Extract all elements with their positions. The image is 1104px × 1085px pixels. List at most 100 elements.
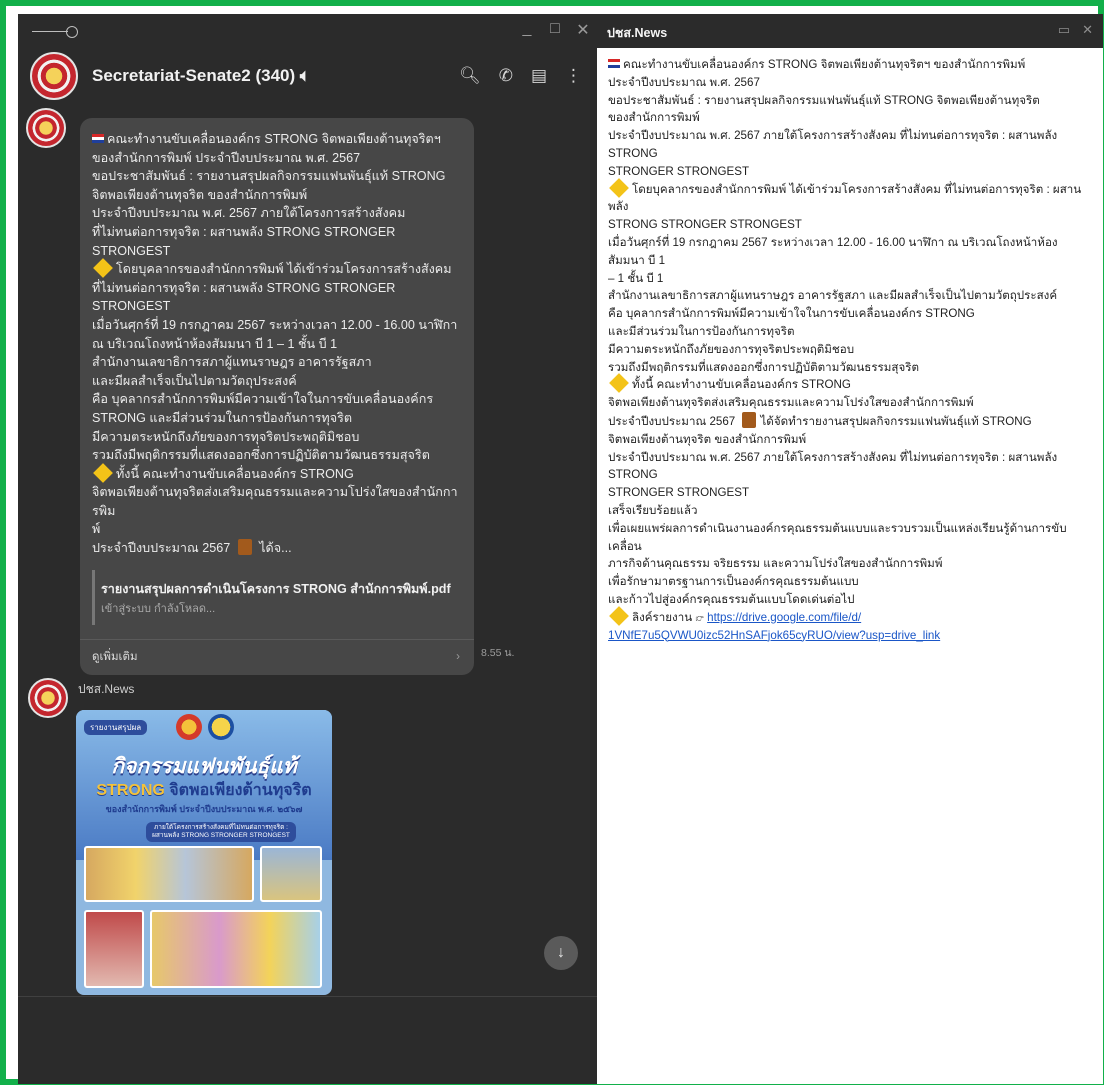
diamond-icon bbox=[609, 373, 629, 394]
text-line: ขอประชาสัมพันธ์ : รายงานสรุปผลกิจกรรมแฟน… bbox=[608, 93, 1040, 107]
message-line: ของสำนักการพิมพ์ ประจำปีงบประมาณ พ.ศ. 25… bbox=[92, 150, 361, 165]
text-line: และก้าวไปสู่องค์กรคุณธรรมต้นแบบโดดเด่นต่… bbox=[608, 592, 855, 606]
message-line: จิตพอเพียงต้านทุจริตส่งเสริมคุณธรรมและคว… bbox=[92, 485, 458, 518]
text-line: ประจำปีงบประมาณ 2567 ได้จัดทำรายงานสรุปผ… bbox=[608, 411, 1093, 431]
message-line: รวมถึงมีพฤติกรรมที่แสดงออกซึ่งการปฏิบัติ… bbox=[92, 448, 430, 463]
message-list[interactable]: คณะทำงานขับเคลื่อนองค์กร STRONG จิตพอเพี… bbox=[18, 104, 598, 1084]
text-line: STRONGER STRONGEST bbox=[608, 164, 750, 178]
text-line: STRONGER STRONGEST bbox=[608, 486, 750, 500]
text-line: จิตพอเพียงต้านทุจริต ของสำนักการพิมพ์ bbox=[608, 432, 807, 446]
photo bbox=[150, 910, 322, 988]
chat-titlebar[interactable]: _ □ ✕ bbox=[18, 14, 598, 48]
book-icon bbox=[742, 411, 757, 428]
file-status: เข้าสู่ระบบ กำลังโหลด... bbox=[101, 603, 216, 616]
flag-icon bbox=[92, 134, 104, 143]
message-line: ที่ไม่ทนต่อการทุจริต : ผสานพลัง STRONG S… bbox=[92, 280, 396, 295]
minimize-icon[interactable]: _ bbox=[520, 20, 534, 40]
message-time: 8.55 น. bbox=[481, 647, 515, 659]
message-line: STRONGEST bbox=[92, 243, 171, 258]
file-name: รายงานสรุปผลการดำเนินโครงการ STRONG สำนั… bbox=[101, 581, 451, 596]
restore-icon[interactable]: ▭ bbox=[1058, 22, 1070, 38]
sender-avatar[interactable] bbox=[26, 108, 66, 148]
mute-icon: 🔈︎ bbox=[299, 66, 311, 85]
message-line: เมื่อวันศุกร์ที่ 19 กรกฎาคม 2567 ระหว่าง… bbox=[92, 317, 458, 332]
message-line: ประจำปีงบประมาณ 2567 ได้จ... bbox=[92, 539, 292, 556]
text-line: เสร็จเรียบร้อยแล้ว bbox=[608, 503, 698, 517]
detail-titlebar[interactable]: ปชส.News ▭ ✕ bbox=[597, 14, 1103, 48]
scroll-down-button[interactable]: ↓ bbox=[544, 936, 578, 970]
phone-icon[interactable]: ✆ bbox=[499, 66, 513, 86]
see-more-button[interactable]: ดูเพิ่มเติม › bbox=[80, 638, 474, 675]
notes-icon[interactable]: ▤ bbox=[531, 66, 547, 86]
message-line: คณะทำงานขับเคลื่อนองค์กร STRONG จิตพอเพี… bbox=[92, 130, 462, 149]
poster-box: ภายใต้โครงการสร้างสังคมที่ไม่ทนต่อการทุจ… bbox=[146, 822, 296, 842]
text-line: คือ บุคลากรสำนักการพิมพ์มีความเข้าใจในกา… bbox=[608, 307, 975, 321]
message-line: ประจำปีงบประมาณ พ.ศ. 2567 ภายใต้โครงการส… bbox=[92, 206, 406, 221]
diamond-icon bbox=[93, 258, 113, 279]
report-link-continued[interactable]: 1VNfE7u5QVWU0izc52HnSAFjok65cyRUO/view?u… bbox=[608, 629, 940, 642]
pointing-hand-icon: 👉︎ bbox=[695, 610, 704, 624]
diamond-icon bbox=[93, 462, 113, 483]
text-line: คณะทำงานขับเคลื่อนองค์กร STRONG จิตพอเพี… bbox=[608, 56, 1093, 74]
text-line: เมื่อวันศุกร์ที่ 19 กรกฎาคม 2567 ระหว่าง… bbox=[608, 235, 1058, 267]
message-line: ที่ไม่ทนต่อการทุจริต : ผสานพลัง STRONG S… bbox=[92, 224, 396, 239]
header-actions: 🔍︎ ✆ ▤ ⋮ bbox=[459, 66, 582, 86]
text-line: ประจำปีงบประมาณ พ.ศ. 2567 ภายใต้โครงการส… bbox=[608, 129, 1058, 160]
detail-text[interactable]: คณะทำงานขับเคลื่อนองค์กร STRONG จิตพอเพี… bbox=[597, 48, 1103, 644]
text-line: เพื่อเผยแพร่ผลการดำเนินงานองค์กรคุณธรรมต… bbox=[608, 521, 1067, 553]
message-line: มีความตระหนักถึงภัยของการทุจริตประพฤติมิ… bbox=[92, 429, 360, 444]
report-link[interactable]: https://drive.google.com/file/d/ bbox=[707, 611, 861, 624]
message-line: ขอประชาสัมพันธ์ : รายงานสรุปผลกิจกรรมแฟน… bbox=[92, 169, 446, 184]
text-line: 1VNfE7u5QVWU0izc52HnSAFjok65cyRUO/view?u… bbox=[608, 627, 1093, 645]
text-line: ประจำปีงบประมาณ พ.ศ. 2567 bbox=[608, 75, 760, 89]
close-icon[interactable]: ✕ bbox=[576, 20, 590, 40]
text-line: จิตพอเพียงต้านทุจริตส่งเสริมคุณธรรมและคว… bbox=[608, 396, 974, 410]
file-attachment[interactable]: รายงานสรุปผลการดำเนินโครงการ STRONG สำนั… bbox=[92, 569, 462, 625]
poster-tag: รายงานสรุปผล bbox=[84, 720, 148, 735]
text-line: ของสำนักการพิมพ์ bbox=[608, 111, 700, 125]
see-more-label: ดูเพิ่มเติม bbox=[92, 650, 138, 663]
poster-subtitle: STRONG จิตพอเพียงต้านทุจริต bbox=[96, 782, 312, 799]
chat-title: Secretariat-Senate2 (340) 🔈︎ bbox=[92, 66, 311, 85]
text-line: ลิงค์รายงาน 👉︎ https://drive.google.com/… bbox=[608, 605, 1093, 627]
sender-name: ปชส.News bbox=[78, 682, 135, 696]
group-avatar[interactable] bbox=[30, 52, 78, 100]
text-line: โดยบุคลากรของสำนักการพิมพ์ ได้เข้าร่วมโค… bbox=[608, 177, 1093, 217]
text-line: สำนักงานเลขาธิการสภาผู้แทนราษฎร อาคารรัฐ… bbox=[608, 289, 1058, 303]
message-detail-window: ปชส.News ▭ ✕ คณะทำงานขับเคลื่อนองค์กร ST… bbox=[597, 14, 1103, 1084]
text-line: รวมถึงมีพฤติกรรมที่แสดงออกซึ่งการปฏิบัติ… bbox=[608, 360, 920, 374]
text-line: ประจำปีงบประมาณ พ.ศ. 2567 ภายใต้โครงการส… bbox=[608, 450, 1058, 482]
text-line: และมีส่วนร่วมในการป้องกันการทุจริต bbox=[608, 324, 795, 338]
seal-logo-icon bbox=[176, 714, 202, 740]
message-line: จิตพอเพียงต้านทุจริต ของสำนักการพิมพ์ bbox=[92, 187, 308, 202]
chat-header: Secretariat-Senate2 (340) 🔈︎ 🔍︎ ✆ ▤ ⋮ bbox=[18, 48, 598, 104]
photo bbox=[84, 910, 144, 988]
text-line: ภารกิจด้านคุณธรรม จริยธรรม และความโปร่งใ… bbox=[608, 557, 943, 571]
poster-photos bbox=[84, 846, 324, 991]
detail-window-controls: ▭ ✕ bbox=[1058, 22, 1093, 38]
close-icon[interactable]: ✕ bbox=[1082, 22, 1093, 38]
message-line: ทั้งนี้ คณะทำงานขับเคลื่อนองค์กร STRONG bbox=[92, 462, 462, 484]
book-icon bbox=[237, 539, 252, 556]
flag-icon bbox=[608, 59, 620, 68]
message-line: พ์ bbox=[92, 522, 101, 537]
detail-title: ปชส.News bbox=[607, 26, 668, 40]
input-divider bbox=[18, 996, 598, 997]
maximize-icon[interactable]: □ bbox=[548, 20, 562, 40]
window-controls: _ □ ✕ bbox=[520, 20, 590, 40]
search-icon[interactable]: 🔍︎ bbox=[459, 66, 481, 86]
message-line: และมีผลสำเร็จเป็นไปตามวัตถุประสงค์ bbox=[92, 373, 297, 388]
more-icon[interactable]: ⋮ bbox=[565, 66, 582, 86]
text-line: STRONG STRONGER STRONGEST bbox=[608, 218, 802, 232]
image-message[interactable]: รายงานสรุปผล กิจกรรมแฟนพันธุ์แท้ STRONG … bbox=[76, 710, 332, 995]
text-line: เพื่อรักษามาตรฐานการเป็นองค์กรคุณธรรมต้น… bbox=[608, 575, 859, 589]
pin-icon[interactable] bbox=[32, 26, 78, 38]
arrow-down-icon: ↓ bbox=[557, 944, 565, 961]
diamond-icon bbox=[609, 605, 629, 626]
message-bubble[interactable]: คณะทำงานขับเคลื่อนองค์กร STRONG จิตพอเพี… bbox=[80, 118, 474, 675]
message-line: สำนักงานเลขาธิการสภาผู้แทนราษฎร อาคารรัฐ… bbox=[92, 355, 372, 370]
sender-avatar[interactable] bbox=[28, 678, 68, 718]
message-line: โดยบุคลากรของสำนักการพิมพ์ ได้เข้าร่วมโค… bbox=[92, 258, 462, 279]
text-line: มีความตระหนักถึงภัยของการทุจริตประพฤติมิ… bbox=[608, 342, 855, 356]
chevron-right-icon: › bbox=[456, 650, 460, 663]
